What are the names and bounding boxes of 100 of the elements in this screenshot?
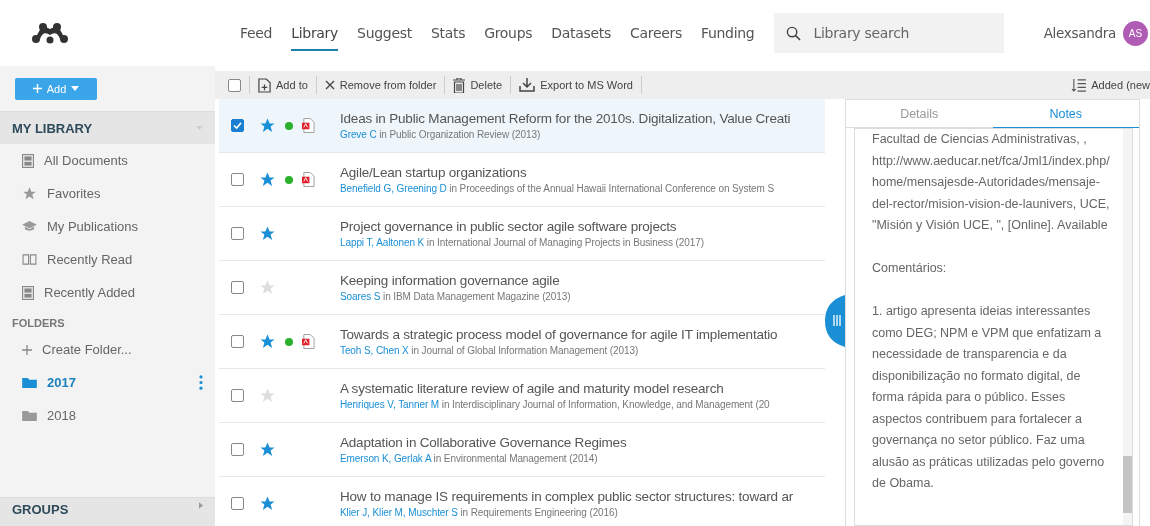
toolbar-button[interactable]: Add to [258, 77, 308, 93]
search-field[interactable]: Library search [774, 13, 1005, 53]
document-title: A systematic literature review of agile and maturity model research [340, 381, 725, 396]
graduation-cap-icon [22, 221, 37, 232]
document-title: Towards a strategic process model of governance for agile IT implementatio [340, 327, 778, 342]
panel-tab[interactable]: Notes [992, 100, 1139, 128]
select-all-checkbox[interactable] [228, 78, 241, 92]
plus-icon [22, 344, 32, 355]
section-label: FOLDERS [11, 316, 66, 331]
more-icon[interactable] [199, 375, 203, 390]
logo-icon[interactable] [30, 21, 70, 45]
sidebar-item[interactable]: Favorites [0, 177, 215, 210]
user-avatar[interactable]: AS [1123, 20, 1148, 46]
pdf-icon[interactable] [302, 334, 315, 349]
row-checkbox[interactable] [231, 443, 244, 456]
document-icon [22, 285, 34, 300]
row-checkbox[interactable] [231, 389, 244, 402]
section-header[interactable]: GROUPS [0, 497, 215, 526]
nav-link[interactable]: Funding [701, 15, 755, 51]
star-icon[interactable] [259, 441, 276, 458]
nav-link[interactable]: Datasets [551, 15, 611, 51]
search-icon [786, 25, 802, 41]
row-checkbox[interactable] [231, 497, 244, 510]
document-row[interactable]: How to manage IS requirements in complex public sector structures: toward ar Klier J, Klier M, Muschter S in Requirements Engineering (2016) [219, 477, 825, 526]
document-title: Agile/Lean startup organizations [340, 165, 528, 180]
book-icon [22, 254, 37, 265]
star-outline-icon[interactable] [259, 279, 276, 296]
toolbar-button[interactable]: Remove from folder [324, 79, 437, 91]
sidebar-item[interactable]: My Publications [0, 210, 215, 243]
document-authors[interactable]: Henriques V, Tanner M [340, 399, 440, 410]
document-authors[interactable]: Lappi T, Aaltonen K [340, 237, 425, 248]
document-source: in Environmental Management (2014) [433, 453, 598, 464]
star-icon[interactable] [259, 171, 276, 188]
folder-item[interactable]: 2017 [0, 366, 215, 399]
star-icon[interactable] [259, 495, 276, 512]
document-row[interactable]: Ideas in Public Management Reform for the 2010s. Digitalization, Value Creati Greve C in Public Organization Review (2013) [219, 99, 825, 153]
document-row[interactable]: A systematic literature review of agile and maturity model research Henriques V, Tanner M in Interdisciplinary Journal of Information, Knowledge, and Management (20 [219, 369, 825, 423]
nav-link[interactable]: Careers [630, 15, 682, 51]
nav-link[interactable]: Stats [430, 15, 466, 51]
create-folder-link[interactable]: Create Folder... [0, 333, 215, 366]
folder-icon [22, 410, 37, 421]
chevron-icon [199, 502, 203, 509]
document-title: Project governance in public sector agile software projects [340, 219, 678, 234]
trash-icon [453, 77, 466, 93]
pdf-icon[interactable] [302, 172, 315, 187]
search-input[interactable]: Library search [811, 24, 996, 42]
folder-item[interactable]: 2018 [0, 399, 215, 432]
document-icon [22, 153, 34, 168]
toolbar-button[interactable]: Export to MS Word [519, 78, 633, 92]
panel-toggle-handle[interactable] [825, 295, 845, 347]
row-checkbox[interactable] [231, 173, 244, 186]
download-icon [519, 78, 536, 92]
row-checkbox[interactable] [231, 119, 244, 132]
document-row[interactable]: Adaptation in Collaborative Governance Regimes Emerson K, Gerlak A in Environmental Management (2014) [219, 423, 825, 477]
document-row[interactable]: Towards a strategic process model of governance for agile IT implementatio Teoh S, Chen X in Journal of Global Information Management (2013) [219, 315, 825, 369]
close-icon [324, 80, 335, 90]
caret-icon [71, 86, 80, 91]
sidebar-item[interactable]: Recently Added [0, 276, 215, 309]
row-checkbox[interactable] [231, 281, 244, 294]
document-authors[interactable]: Benefield G, Greening D [340, 183, 447, 194]
sidebar-item[interactable]: Recently Read [0, 243, 215, 276]
document-title: Adaptation in Collaborative Governance Regimes [340, 435, 627, 450]
notes-field[interactable]: Facultad de Ciencias Administrativas, , http://www.aeducar.net/fca/Jml1/index.php/home/mensajesde-Autoridades/mensaje-del-rector/mision-vision-de-launivers, UCE, "Misión y Visión UCE, ", [Online]. Available Comentários: 1. artigo apresenta ideias interessantes como DEG; NPM e VPM que enfatizam a necessidade de transparencia e da disponibilização no formato digital, de forma rápida para o público. Esses aspectos contribuem para fortalecer a governança no setor público. Faz uma alusão as práticas utilizadas pelo governo de Obama. [854, 128, 1133, 526]
document-source: in International Journal of Managing Projects in Business (2017) [426, 237, 704, 248]
pdf-icon[interactable] [302, 118, 315, 133]
document-source: in Public Organization Review (2013) [379, 129, 541, 140]
document-authors[interactable]: Soares S [340, 291, 381, 302]
document-row[interactable]: Keeping information governance agile Soares S in IBM Data Management Magazine (2013) [219, 261, 825, 315]
add-document-icon [258, 77, 271, 93]
document-row[interactable]: Project governance in public sector agile software projects Lappi T, Aaltonen K in International Journal of Managing Projects in Business (2017) [219, 207, 825, 261]
document-authors[interactable]: Klier J, Klier M, Muschter S [340, 507, 458, 518]
sidebar-item[interactable]: All Documents [0, 144, 215, 177]
star-outline-icon[interactable] [259, 387, 276, 404]
toolbar-button[interactable]: Delete [453, 77, 503, 93]
document-title: How to manage IS requirements in complex public sector structures: toward ar [340, 489, 793, 504]
document-source: in Interdisciplinary Journal of Information, Knowledge, and Management (20 [441, 399, 770, 410]
document-source: in Journal of Global Information Management (2013) [411, 345, 639, 356]
nav-link[interactable]: Feed [240, 15, 273, 51]
document-title: Keeping information governance agile [340, 273, 561, 288]
user-name[interactable]: Alexsandra [1043, 25, 1116, 41]
document-source: in Proceedings of the Annual Hawaii International Conference on System S [449, 183, 774, 194]
star-icon[interactable] [259, 117, 276, 134]
star-icon[interactable] [259, 225, 276, 242]
document-row[interactable]: Agile/Lean startup organizations Benefield G, Greening D in Proceedings of the Annual Hawaii International Conference on System S [219, 153, 825, 207]
nav-link[interactable]: Suggest [357, 15, 412, 51]
row-checkbox[interactable] [231, 227, 244, 240]
row-checkbox[interactable] [231, 335, 244, 348]
document-authors[interactable]: Emerson K, Gerlak A [340, 453, 431, 464]
nav-link[interactable]: Groups [484, 15, 533, 51]
sort-button[interactable]: Added (new [1071, 78, 1150, 92]
document-authors[interactable]: Teoh S, Chen X [340, 345, 409, 356]
star-icon[interactable] [259, 333, 276, 350]
document-source: in Requirements Engineering (2016) [460, 507, 618, 518]
plus-icon [32, 84, 42, 93]
nav-link[interactable]: Library [291, 15, 339, 51]
section-header[interactable]: MY LIBRARY [0, 111, 215, 144]
star-icon [22, 186, 37, 201]
document-source: in IBM Data Management Magazine (2013) [383, 291, 571, 302]
document-title: Ideas in Public Management Reform for the 2010s. Digitalization, Value Creati [340, 111, 791, 126]
folder-icon [22, 377, 37, 388]
